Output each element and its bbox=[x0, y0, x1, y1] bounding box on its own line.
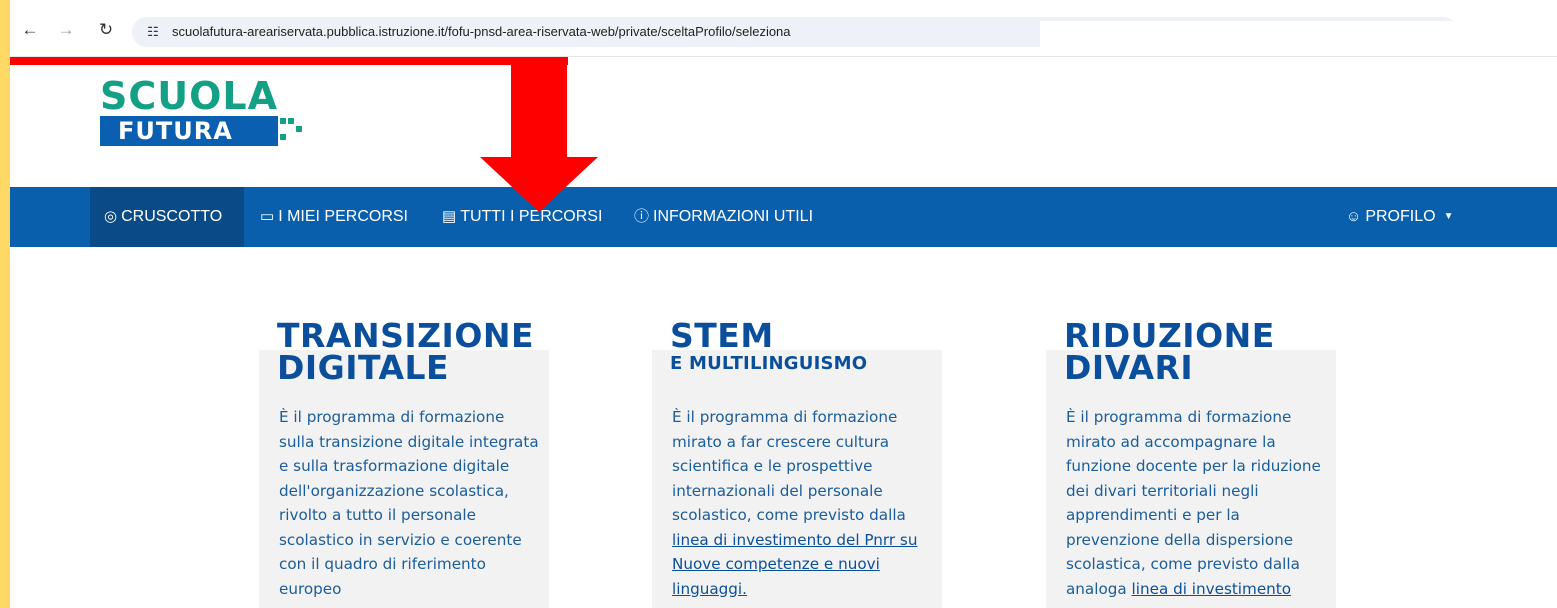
card-riduzione-divari[interactable]: RIDUZIONE DIVARI È il programma di forma… bbox=[1046, 319, 1336, 608]
card-title-line2: E MULTILINGUISMO bbox=[670, 353, 868, 374]
back-arrow-icon[interactable]: ← bbox=[18, 18, 42, 42]
card-description: È il programma di formazione mirato ad a… bbox=[1066, 405, 1326, 601]
caret-down-icon: ▼ bbox=[1443, 211, 1454, 222]
annotation-arrow-down-icon bbox=[480, 157, 598, 212]
list-icon: ▤ bbox=[442, 208, 457, 225]
page: ← → ↻ ☷ scuolafutura-areariservata.pubbl… bbox=[10, 0, 1557, 608]
card-description-text: È il programma di formazione sulla trans… bbox=[279, 408, 539, 598]
address-url[interactable]: scuolafutura-areariservata.pubblica.istr… bbox=[172, 24, 791, 39]
logo-line2: FUTURA bbox=[118, 117, 233, 145]
card-title: RIDUZIONE DIVARI bbox=[1064, 319, 1275, 387]
logo-line1: SCUOLA bbox=[100, 74, 279, 118]
card-title-line2: DIVARI bbox=[1064, 348, 1194, 387]
address-bar-redaction bbox=[1040, 21, 1460, 47]
question-circle-icon: ⓘ bbox=[634, 208, 650, 225]
nav-profilo-label: PROFILO bbox=[1365, 208, 1436, 226]
address-bar[interactable]: ☷ scuolafutura-areariservata.pubblica.is… bbox=[132, 17, 1460, 47]
nav-i-miei-percorsi-label: I MIEI PERCORSI bbox=[278, 208, 408, 225]
logo-pixels-icon bbox=[280, 118, 306, 144]
nav-profilo-dropdown[interactable]: ☺ PROFILO ▼ bbox=[1346, 187, 1453, 247]
nav-i-miei-percorsi[interactable]: ▭ I MIEI PERCORSI bbox=[260, 187, 408, 247]
nav-cruscotto-label: CRUSCOTTO bbox=[121, 208, 223, 225]
card-description-text: È il programma di formazione mirato ad a… bbox=[1066, 408, 1321, 598]
main-navbar: ◎ CRUSCOTTO ▭ I MIEI PERCORSI ▤ TUTTI I PER… bbox=[10, 187, 1557, 247]
pnrr-investment-link[interactable]: linea di investimento del Pnrr su Nuove … bbox=[672, 531, 917, 598]
card-description: È il programma di formazione mirato a fa… bbox=[672, 405, 932, 601]
target-icon: ◎ bbox=[104, 208, 118, 225]
card-description-text: È il programma di formazione mirato a fa… bbox=[672, 408, 906, 524]
card-title: TRANSIZIONE DIGITALE bbox=[277, 319, 534, 387]
user-icon: ☺ bbox=[1346, 208, 1362, 226]
browser-toolbar: ← → ↻ ☷ scuolafutura-areariservata.pubbl… bbox=[10, 0, 1557, 64]
card-title-line2: DIGITALE bbox=[277, 348, 450, 387]
investment-line-link[interactable]: linea di investimento bbox=[1132, 580, 1292, 598]
card-title: STEM E MULTILINGUISMO bbox=[670, 316, 868, 376]
nav-informazioni-utili-label: INFORMAZIONI UTILI bbox=[653, 208, 814, 225]
monitor-icon: ▭ bbox=[260, 208, 275, 225]
card-title-line1: STEM bbox=[670, 316, 774, 355]
annotation-red-line bbox=[10, 57, 568, 65]
card-transizione-digitale[interactable]: TRANSIZIONE DIGITALE È il programma di f… bbox=[259, 319, 549, 608]
card-description: È il programma di formazione sulla trans… bbox=[279, 405, 539, 601]
scuola-futura-logo[interactable]: SCUOLA FUTURA bbox=[100, 76, 310, 152]
annotation-arrow-shaft bbox=[511, 57, 567, 159]
card-stem-multilinguismo[interactable]: STEM E MULTILINGUISMO È il programma di … bbox=[652, 319, 942, 608]
site-settings-icon[interactable]: ☷ bbox=[144, 23, 162, 41]
reload-icon[interactable]: ↻ bbox=[94, 18, 118, 42]
nav-informazioni-utili[interactable]: ⓘ INFORMAZIONI UTILI bbox=[634, 187, 813, 247]
forward-arrow-icon[interactable]: → bbox=[54, 18, 78, 42]
nav-cruscotto[interactable]: ◎ CRUSCOTTO bbox=[90, 187, 244, 247]
